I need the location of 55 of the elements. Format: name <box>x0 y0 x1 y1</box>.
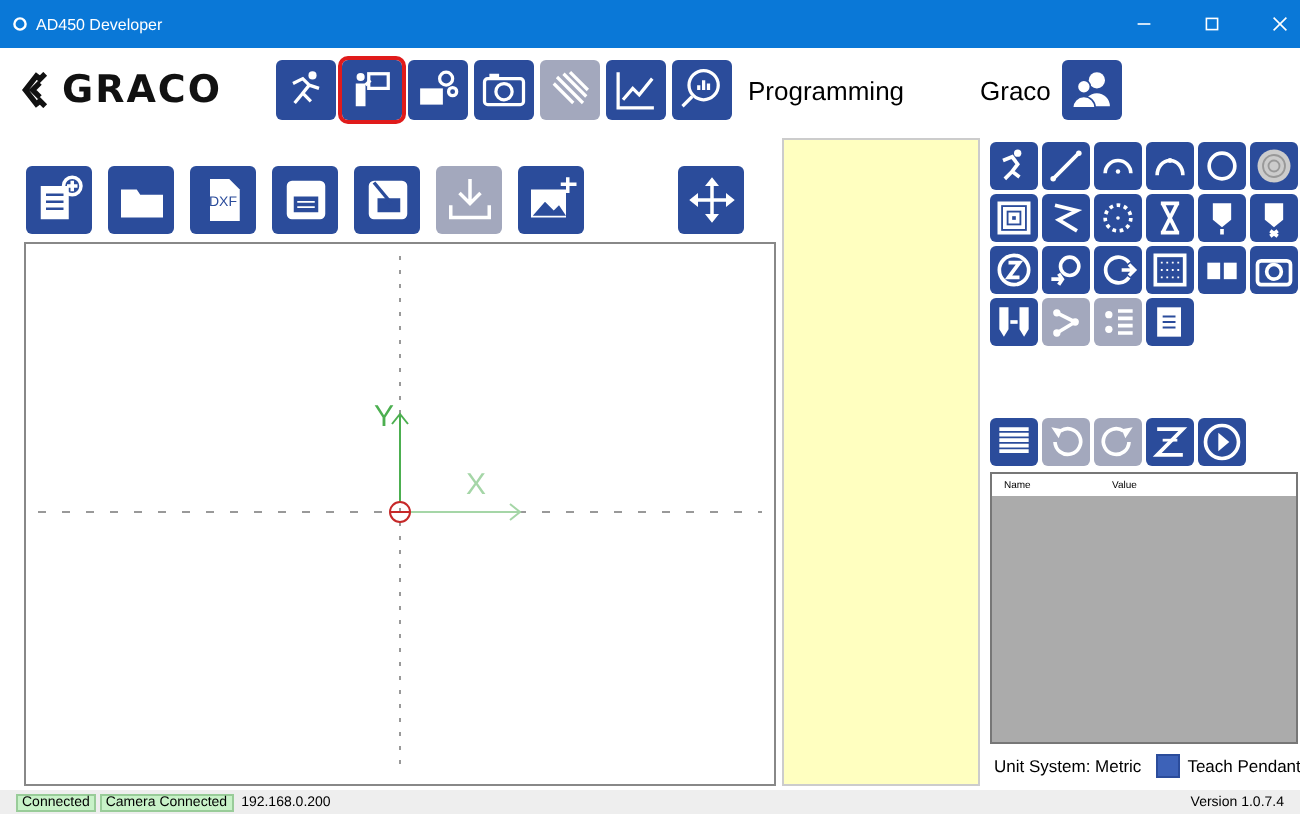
user-name: Graco <box>980 75 1051 105</box>
window-title: AD450 Developer <box>36 15 163 33</box>
tool-button[interactable] <box>1250 246 1298 294</box>
tool-button[interactable] <box>990 246 1038 294</box>
tool-button[interactable] <box>1250 142 1298 190</box>
tool-button[interactable] <box>1198 142 1246 190</box>
toolbar-button[interactable] <box>518 166 584 234</box>
y-axis-arrow <box>391 412 409 503</box>
tool-button[interactable] <box>1094 246 1142 294</box>
square-spiral-icon <box>992 196 1036 240</box>
user-button[interactable] <box>1062 60 1123 120</box>
action-button[interactable] <box>1198 418 1246 466</box>
play-icon <box>1200 420 1244 464</box>
y-axis-label: Y <box>374 400 395 434</box>
toolbar-button[interactable] <box>108 166 174 234</box>
nav-button[interactable] <box>342 60 402 120</box>
nav-button[interactable] <box>276 60 336 120</box>
tool-button[interactable] <box>1198 246 1246 294</box>
tool-button[interactable] <box>990 194 1038 242</box>
tool-button[interactable] <box>1094 142 1142 190</box>
nav-button[interactable] <box>606 60 666 120</box>
unit-system-label: Unit System: Metric <box>994 756 1142 776</box>
app-icon <box>12 16 28 32</box>
tool-button[interactable] <box>1094 194 1142 242</box>
tool-button[interactable] <box>1146 246 1194 294</box>
move-button[interactable] <box>678 166 744 234</box>
x-axis-label: X <box>466 468 487 502</box>
line-icon <box>1044 144 1088 188</box>
nav-button[interactable] <box>672 60 732 120</box>
x-axis-arrow <box>409 503 522 521</box>
toolbar-button[interactable] <box>26 166 92 234</box>
mode-label: Programming <box>748 75 907 105</box>
tool-button[interactable] <box>1042 142 1090 190</box>
origin-marker-icon <box>389 501 411 523</box>
maximize-icon[interactable] <box>1204 16 1220 32</box>
action-button[interactable] <box>990 418 1038 466</box>
toolbar-button[interactable] <box>272 166 338 234</box>
teach-pendant-label: Teach Pendant <box>1187 756 1300 776</box>
tool-button[interactable] <box>1198 194 1246 242</box>
teach-pendant-checkbox[interactable] <box>1155 754 1180 778</box>
toolbar-button[interactable] <box>354 166 420 234</box>
tool-button[interactable] <box>1250 194 1298 242</box>
spiral-icon <box>1252 144 1296 188</box>
tool-button[interactable] <box>990 142 1038 190</box>
tool-button[interactable] <box>1146 142 1194 190</box>
close-icon[interactable] <box>1272 16 1288 32</box>
nav-button[interactable] <box>408 60 468 120</box>
tool-button[interactable] <box>1042 194 1090 242</box>
grid-pattern-icon <box>1148 248 1192 292</box>
tool-button[interactable] <box>1146 194 1194 242</box>
tool-button[interactable] <box>1146 298 1194 346</box>
nav-button[interactable] <box>474 60 534 120</box>
tool-button[interactable] <box>990 298 1038 346</box>
logo-text: GRACO <box>62 68 223 112</box>
z-circle-icon <box>992 248 1036 292</box>
